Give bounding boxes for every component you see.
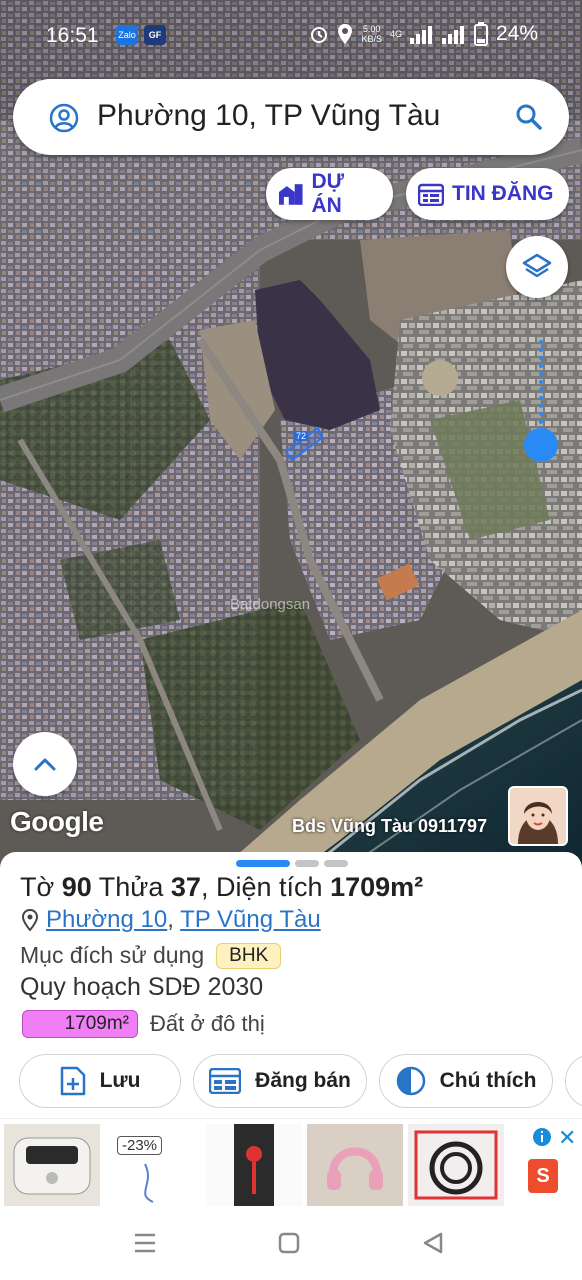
contrast-icon — [396, 1066, 425, 1096]
ad-info-icon[interactable] — [532, 1127, 552, 1147]
pager-dot — [295, 860, 319, 867]
satellite-map[interactable]: 72 Batdongsan 16:51 Zalo GF 5.00 KB/S 4G — [0, 0, 582, 870]
action-buttons: Lưu Đăng bán Chú thích — [19, 1054, 582, 1108]
building-icon — [278, 184, 303, 205]
sheet-pager[interactable] — [236, 860, 348, 867]
battery-percentage: 24% — [495, 22, 538, 45]
search-bar[interactable]: Phường 10, TP Vũng Tàu — [13, 79, 569, 155]
ad-product-cable[interactable]: -23% — [105, 1124, 201, 1206]
account-icon[interactable] — [49, 103, 79, 133]
network-speed: 5.00 KB/S — [361, 24, 382, 44]
zone-row: 1709m² Đất ở đô thị — [22, 1010, 265, 1038]
parcel-number-label[interactable]: 72 — [294, 431, 309, 441]
signal-icon — [409, 26, 432, 44]
legend-button[interactable]: Chú thích — [379, 1054, 553, 1108]
ad-product-headphones[interactable] — [307, 1124, 403, 1206]
map-scroll-track — [539, 340, 543, 432]
zone-area-swatch: 1709m² — [22, 1010, 138, 1038]
save-file-icon — [60, 1066, 85, 1096]
pager-dot — [324, 860, 348, 867]
listing-icon — [209, 1068, 242, 1094]
calendar-icon — [418, 183, 444, 206]
alarm-icon — [311, 27, 328, 43]
shopee-icon[interactable]: S — [528, 1159, 558, 1193]
parcel-address: Phường 10, TP Vũng Tàu — [22, 906, 321, 934]
search-icon[interactable] — [515, 103, 543, 131]
status-time: 16:51 — [46, 24, 99, 47]
expand-up-button[interactable] — [13, 732, 77, 796]
signal-icon-2 — [441, 26, 464, 44]
zone-name: Đất ở đô thị — [150, 1011, 265, 1036]
ad-product-rice-cooker[interactable] — [4, 1124, 100, 1206]
pager-dot-active — [236, 860, 290, 867]
purpose-label: Mục đích sử dụng — [20, 942, 205, 968]
legend-label: Chú thích — [439, 1069, 537, 1092]
city-link[interactable]: TP Vũng Tàu — [180, 906, 321, 933]
purpose-code-badge[interactable]: BHK — [216, 942, 282, 969]
agent-watermark: Bds Vũng Tàu 0911797 — [292, 816, 488, 836]
land-use-purpose: Mục đích sử dụng BHK — [20, 942, 282, 969]
layers-icon — [522, 253, 552, 278]
google-logo: Google — [10, 806, 104, 837]
agent-avatar — [508, 786, 568, 846]
listings-chip-label: TIN ĐĂNG — [452, 182, 554, 205]
ad-close-icon[interactable]: ✕ — [558, 1125, 576, 1151]
location-pin-icon — [22, 909, 38, 931]
ward-link[interactable]: Phường 10 — [46, 906, 167, 933]
save-button[interactable]: Lưu — [19, 1054, 181, 1108]
post-for-sale-label: Đăng bán — [255, 1069, 351, 1092]
projects-chip-label: DỰ ÁN — [311, 170, 345, 217]
chevron-up-icon — [34, 758, 56, 771]
parcel-info-sheet[interactable]: Tờ 90 Thửa 37, Diện tích 1709m² Phường 1… — [0, 852, 582, 1122]
more-actions-button[interactable] — [565, 1054, 582, 1108]
network-type: 4G — [389, 29, 402, 39]
system-nav-bar — [0, 1210, 582, 1280]
parcel-title: Tờ 90 Thửa 37, Diện tích 1709m² — [20, 872, 424, 902]
save-label: Lưu — [99, 1069, 141, 1092]
ad-product-keychain[interactable] — [206, 1124, 302, 1206]
app-notification-icon: GF — [144, 25, 166, 45]
ad-product-charger-cable[interactable] — [408, 1124, 504, 1206]
location-icon — [338, 24, 353, 44]
battery-icon — [473, 22, 488, 46]
search-query[interactable]: Phường 10, TP Vũng Tàu — [97, 99, 440, 133]
back-icon[interactable] — [422, 1232, 444, 1254]
recent-apps-icon[interactable] — [133, 1232, 157, 1254]
ad-discount-badge: -23% — [117, 1136, 163, 1155]
listings-chip[interactable]: TIN ĐĂNG — [406, 168, 569, 220]
zalo-notification-icon: Zalo — [116, 25, 138, 45]
status-bar: 16:51 Zalo GF 5.00 KB/S 4G 24% — [0, 0, 582, 70]
map-brand-watermark: Batdongsan — [230, 596, 311, 613]
ad-banner[interactable]: -23% ✕ S — [0, 1118, 582, 1210]
home-icon[interactable] — [278, 1232, 300, 1254]
map-layers-button[interactable] — [506, 236, 568, 298]
map-scroll-handle[interactable] — [524, 428, 558, 462]
planning-title: Quy hoạch SDĐ 2030 — [20, 973, 264, 1001]
projects-chip[interactable]: DỰ ÁN — [266, 168, 393, 220]
post-for-sale-button[interactable]: Đăng bán — [193, 1054, 367, 1108]
